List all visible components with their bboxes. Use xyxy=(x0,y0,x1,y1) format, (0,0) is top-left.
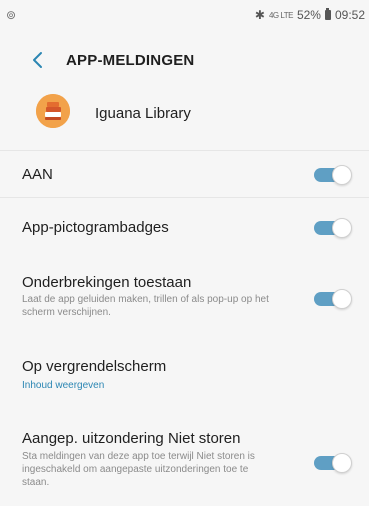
status-time: 09:52 xyxy=(334,8,365,22)
lockscreen-value-link[interactable]: Inhoud weergeven xyxy=(22,380,104,391)
app-bar: APP-MELDINGEN xyxy=(0,34,369,82)
battery-label: 52% xyxy=(296,8,321,22)
setting-description: Sta meldingen van deze app toe terwijl N… xyxy=(22,451,255,488)
toggle-knob xyxy=(332,165,352,185)
signal-icon: 4G LTE xyxy=(268,10,293,20)
interruptions-toggle[interactable] xyxy=(314,289,352,309)
toggle-knob xyxy=(332,453,352,473)
aan-toggle[interactable] xyxy=(314,165,352,185)
setting-title: AAN xyxy=(22,166,53,183)
app-header-row: Iguana Library xyxy=(0,90,369,140)
setting-title: Aangep. uitzondering Niet storen xyxy=(22,430,241,447)
app-badges-toggle[interactable] xyxy=(314,218,352,238)
setting-description: Laat de app geluiden maken, trillen of a… xyxy=(22,294,269,318)
divider xyxy=(0,197,369,198)
camera-icon: ⊚ xyxy=(6,8,17,22)
divider xyxy=(0,150,369,151)
dnd-exception-toggle[interactable] xyxy=(314,453,352,473)
app-name: Iguana Library xyxy=(95,105,191,122)
setting-row-app-badges[interactable]: App-pictogrambadges xyxy=(0,205,369,245)
page-title: APP-MELDINGEN xyxy=(66,52,195,69)
setting-row-dnd-exception[interactable]: Aangep. uitzondering Niet storen Sta mel… xyxy=(0,420,369,506)
books-icon-graphic xyxy=(36,94,70,128)
chevron-left-icon[interactable] xyxy=(30,50,46,70)
status-icons: ✱ 4G LTE 52% 09:52 xyxy=(255,8,365,22)
toggle-knob xyxy=(332,218,352,238)
bluetooth-icon: ✱ xyxy=(254,8,265,22)
toggle-knob xyxy=(332,289,352,309)
setting-title: App-pictogrambadges xyxy=(22,219,169,236)
status-bar: ⊚ ✱ 4G LTE 52% 09:52 xyxy=(0,0,369,30)
books-icon xyxy=(36,94,70,128)
setting-title: Op vergrendelscherm xyxy=(22,358,167,375)
setting-row-lockscreen[interactable]: Op vergrendelscherm Inhoud weergeven xyxy=(0,350,369,400)
battery-icon xyxy=(324,8,331,20)
setting-row-aan[interactable]: AAN xyxy=(0,158,369,192)
setting-row-interruptions[interactable]: Onderbrekingen toestaan Laat de app gelu… xyxy=(0,262,369,330)
setting-title: Onderbrekingen toestaan xyxy=(22,274,192,291)
